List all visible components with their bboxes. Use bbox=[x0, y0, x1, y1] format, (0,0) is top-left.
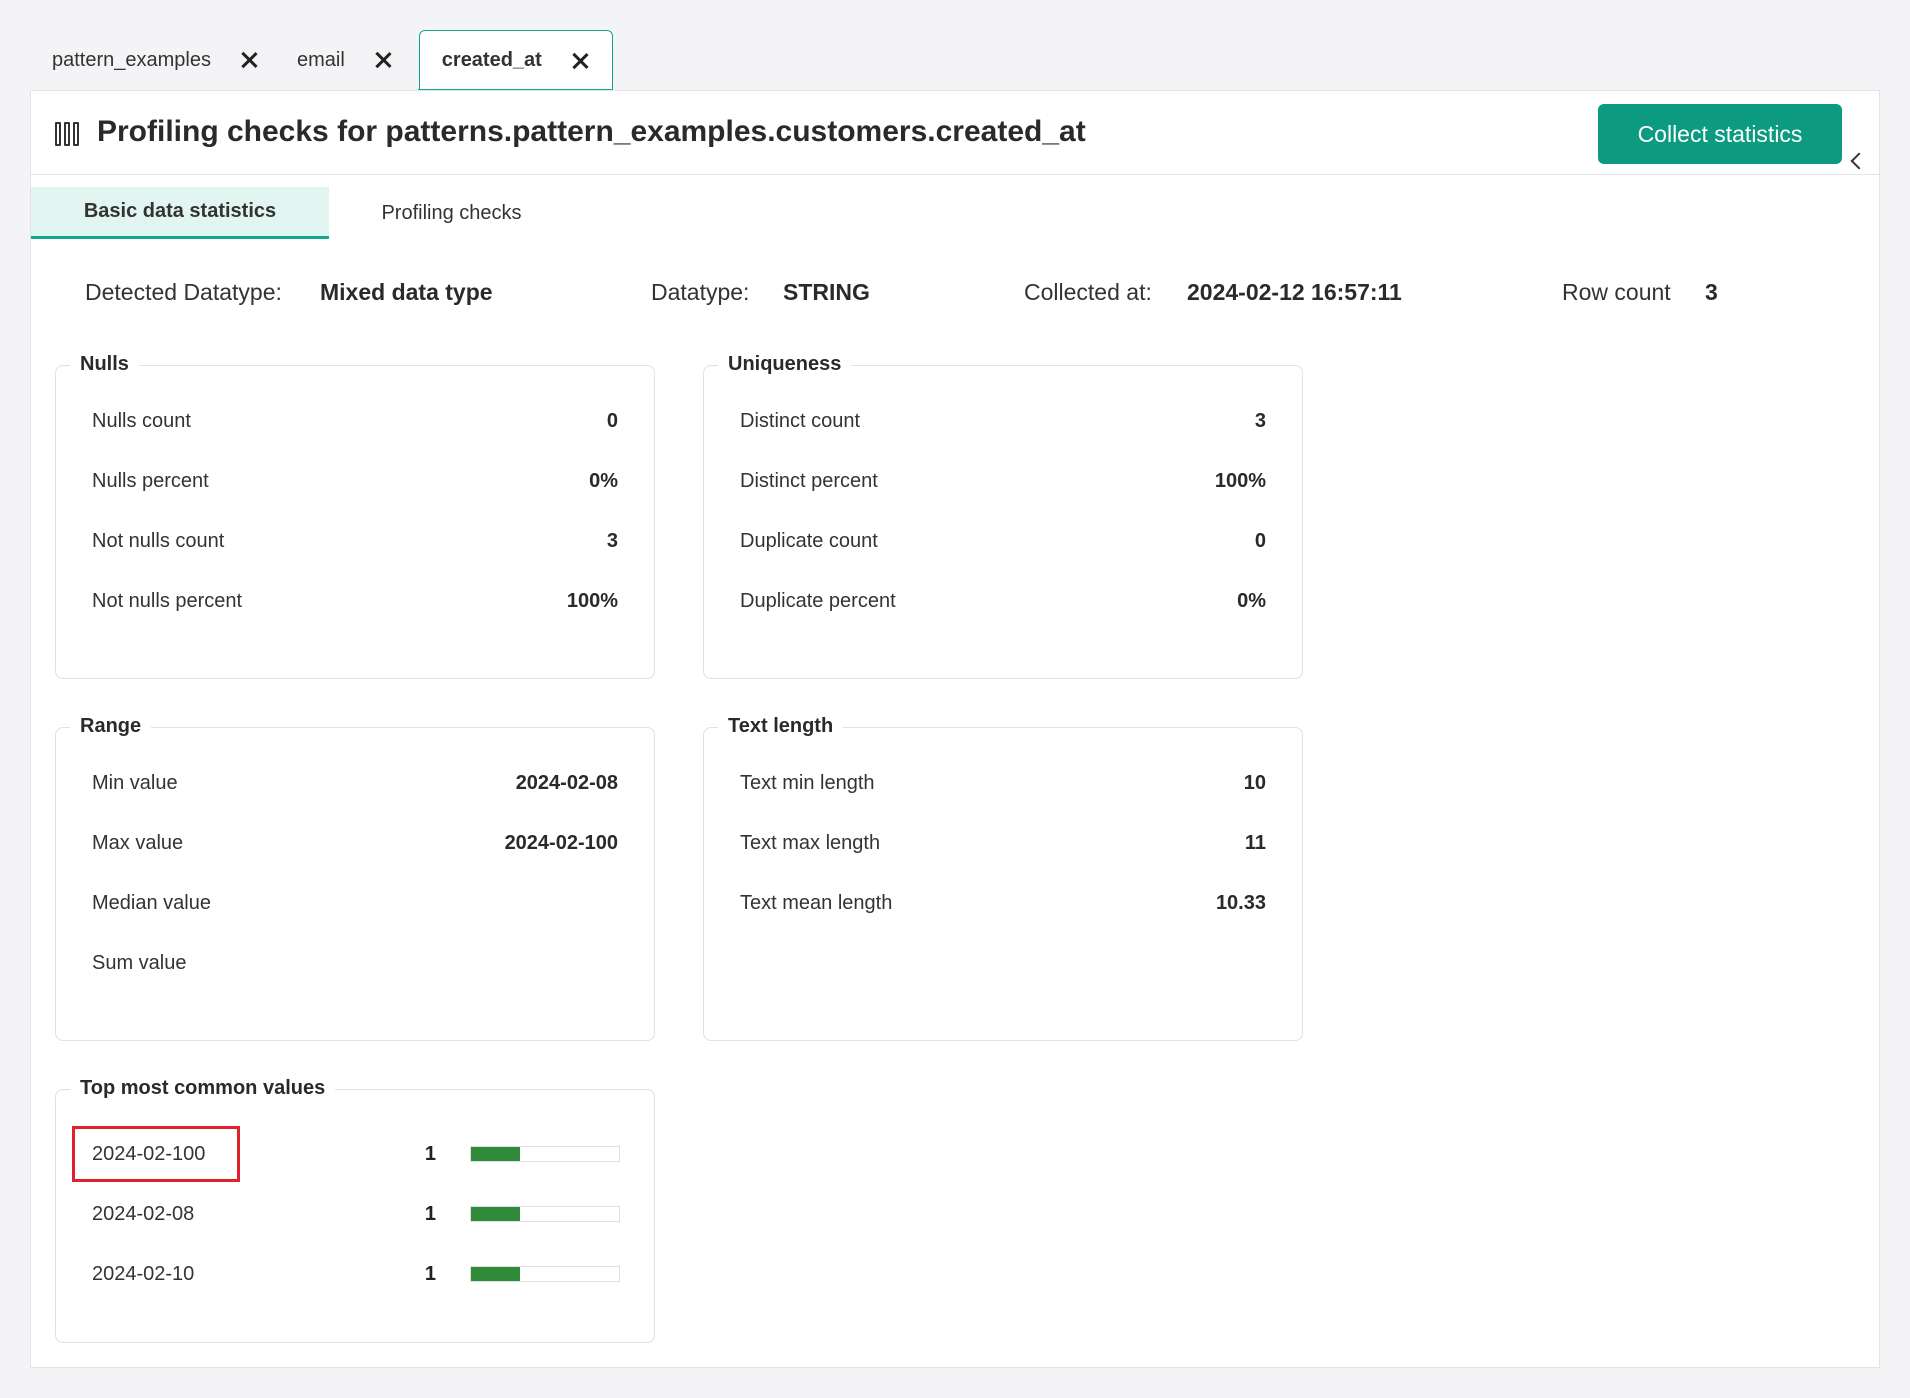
stat-label: Median value bbox=[92, 891, 211, 914]
file-tab-label: created_at bbox=[441, 49, 542, 71]
stat-row: Max value 2024-02-100 bbox=[92, 828, 618, 858]
stat-value: 0% bbox=[1237, 589, 1266, 612]
profiling-panel: Profiling checks for patterns.pattern_ex… bbox=[30, 90, 1880, 1368]
top-value-label: 2024-02-10 bbox=[92, 1262, 195, 1285]
stat-label: Nulls count bbox=[92, 409, 191, 432]
stat-label: Text mean length bbox=[740, 891, 893, 914]
stat-value: 2024-02-08 bbox=[515, 771, 618, 794]
frequency-bar-fill bbox=[471, 1147, 520, 1161]
stat-label: Sum value bbox=[92, 951, 187, 974]
top-values-card: Top most common values 2024-02-100 1 202… bbox=[55, 1077, 655, 1343]
datatype-value: STRING bbox=[783, 279, 870, 305]
stat-value: 0 bbox=[606, 409, 618, 432]
stat-value: 10 bbox=[1243, 771, 1266, 794]
stat-row: Duplicate count 0 bbox=[740, 526, 1266, 556]
chevron-left-icon[interactable] bbox=[1850, 152, 1868, 170]
row-count-value: 3 bbox=[1705, 279, 1718, 305]
close-icon[interactable] bbox=[239, 50, 259, 70]
top-value-label: 2024-02-100 bbox=[92, 1142, 206, 1165]
panel-header: Profiling checks for patterns.pattern_ex… bbox=[31, 91, 1879, 175]
card-title: Text length bbox=[718, 715, 844, 738]
close-icon[interactable] bbox=[373, 50, 393, 70]
page-title: Profiling checks for patterns.pattern_ex… bbox=[97, 115, 1086, 148]
stat-value: 11 bbox=[1244, 831, 1266, 854]
close-icon[interactable] bbox=[570, 51, 590, 71]
datatype-label: Datatype: bbox=[651, 279, 750, 305]
detected-datatype-label: Detected Datatype: bbox=[85, 279, 282, 305]
text-length-card: Text length Text min length 10 Text max l… bbox=[703, 715, 1303, 1041]
top-value-row: 2024-02-10 1 bbox=[92, 1259, 624, 1289]
range-card: Range Min value 2024-02-08 Max value 2024-… bbox=[55, 715, 655, 1041]
uniqueness-card: Uniqueness Distinct count 3 Distinct perc… bbox=[703, 353, 1303, 679]
stat-label: Text min length bbox=[740, 771, 875, 794]
stat-label: Max value bbox=[92, 831, 184, 854]
frequency-bar bbox=[470, 1206, 620, 1222]
stat-row: Sum value bbox=[92, 948, 618, 978]
stat-row: Text max length 11 bbox=[740, 828, 1266, 858]
stat-value: 0% bbox=[589, 469, 618, 492]
stat-row: Text mean length 10.33 bbox=[740, 888, 1266, 918]
file-tabs: pattern_examples email created_at bbox=[30, 30, 614, 92]
columns-icon bbox=[55, 122, 83, 146]
stat-label: Min value bbox=[92, 771, 178, 794]
tab-basic-data-statistics[interactable]: Basic data statistics bbox=[31, 187, 329, 239]
frequency-bar bbox=[470, 1146, 620, 1162]
stat-row: Distinct percent 100% bbox=[740, 466, 1266, 496]
top-value-row: 2024-02-100 1 bbox=[92, 1139, 624, 1169]
stat-label: Not nulls percent bbox=[92, 589, 243, 612]
tab-profiling-checks[interactable]: Profiling checks bbox=[329, 187, 574, 239]
stat-row: Min value 2024-02-08 bbox=[92, 768, 618, 798]
detected-datatype-value: Mixed data type bbox=[320, 279, 493, 305]
sub-tabs: Basic data statistics Profiling checks bbox=[31, 175, 1879, 239]
stat-label: Distinct percent bbox=[740, 469, 878, 492]
file-tab-created-at[interactable]: created_at bbox=[418, 30, 614, 92]
card-title: Uniqueness bbox=[718, 353, 852, 376]
file-tab-label: pattern_examples bbox=[52, 48, 211, 71]
stat-value: 10.33 bbox=[1215, 891, 1266, 914]
collected-at-label: Collected at: bbox=[1024, 279, 1152, 305]
top-value-count: 1 bbox=[424, 1142, 436, 1165]
top-value-count: 1 bbox=[424, 1262, 436, 1285]
frequency-bar-fill bbox=[471, 1207, 520, 1221]
stat-value: 0 bbox=[1254, 529, 1266, 552]
card-title: Top most common values bbox=[70, 1077, 336, 1100]
stat-label: Text max length bbox=[740, 831, 881, 854]
frequency-bar bbox=[470, 1266, 620, 1282]
stat-row: Text min length 10 bbox=[740, 768, 1266, 798]
stat-label: Duplicate count bbox=[740, 529, 878, 552]
stat-label: Not nulls count bbox=[92, 529, 225, 552]
stat-label: Nulls percent bbox=[92, 469, 209, 492]
card-title: Range bbox=[70, 715, 152, 738]
stat-row: Median value bbox=[92, 888, 618, 918]
stat-row: Not nulls percent 100% bbox=[92, 586, 618, 616]
stat-value: 100% bbox=[566, 589, 618, 612]
stat-label: Duplicate percent bbox=[740, 589, 896, 612]
top-value-count: 1 bbox=[424, 1202, 436, 1225]
stat-row: Not nulls count 3 bbox=[92, 526, 618, 556]
file-tab-label: email bbox=[296, 48, 345, 71]
stat-value: 3 bbox=[606, 529, 618, 552]
collect-statistics-button[interactable]: Collect statistics bbox=[1598, 104, 1842, 164]
stat-row: Nulls percent 0% bbox=[92, 466, 618, 496]
top-value-label: 2024-02-08 bbox=[92, 1202, 195, 1225]
stat-value: 100% bbox=[1214, 469, 1266, 492]
stat-row: Distinct count 3 bbox=[740, 406, 1266, 436]
stat-value: 2024-02-100 bbox=[504, 831, 618, 854]
file-tab-email[interactable]: email bbox=[281, 30, 415, 90]
collected-at-value: 2024-02-12 16:57:11 bbox=[1187, 279, 1402, 305]
row-count-label: Row count bbox=[1562, 279, 1671, 305]
frequency-bar-fill bbox=[471, 1267, 520, 1281]
stat-row: Nulls count 0 bbox=[92, 406, 618, 436]
top-value-row: 2024-02-08 1 bbox=[92, 1199, 624, 1229]
card-title: Nulls bbox=[70, 353, 139, 376]
stat-label: Distinct count bbox=[740, 409, 861, 432]
stat-row: Duplicate percent 0% bbox=[740, 586, 1266, 616]
file-tab-pattern-examples[interactable]: pattern_examples bbox=[30, 30, 281, 90]
nulls-card: Nulls Nulls count 0 Nulls percent 0% Not n… bbox=[55, 353, 655, 679]
stat-value: 3 bbox=[1254, 409, 1266, 432]
